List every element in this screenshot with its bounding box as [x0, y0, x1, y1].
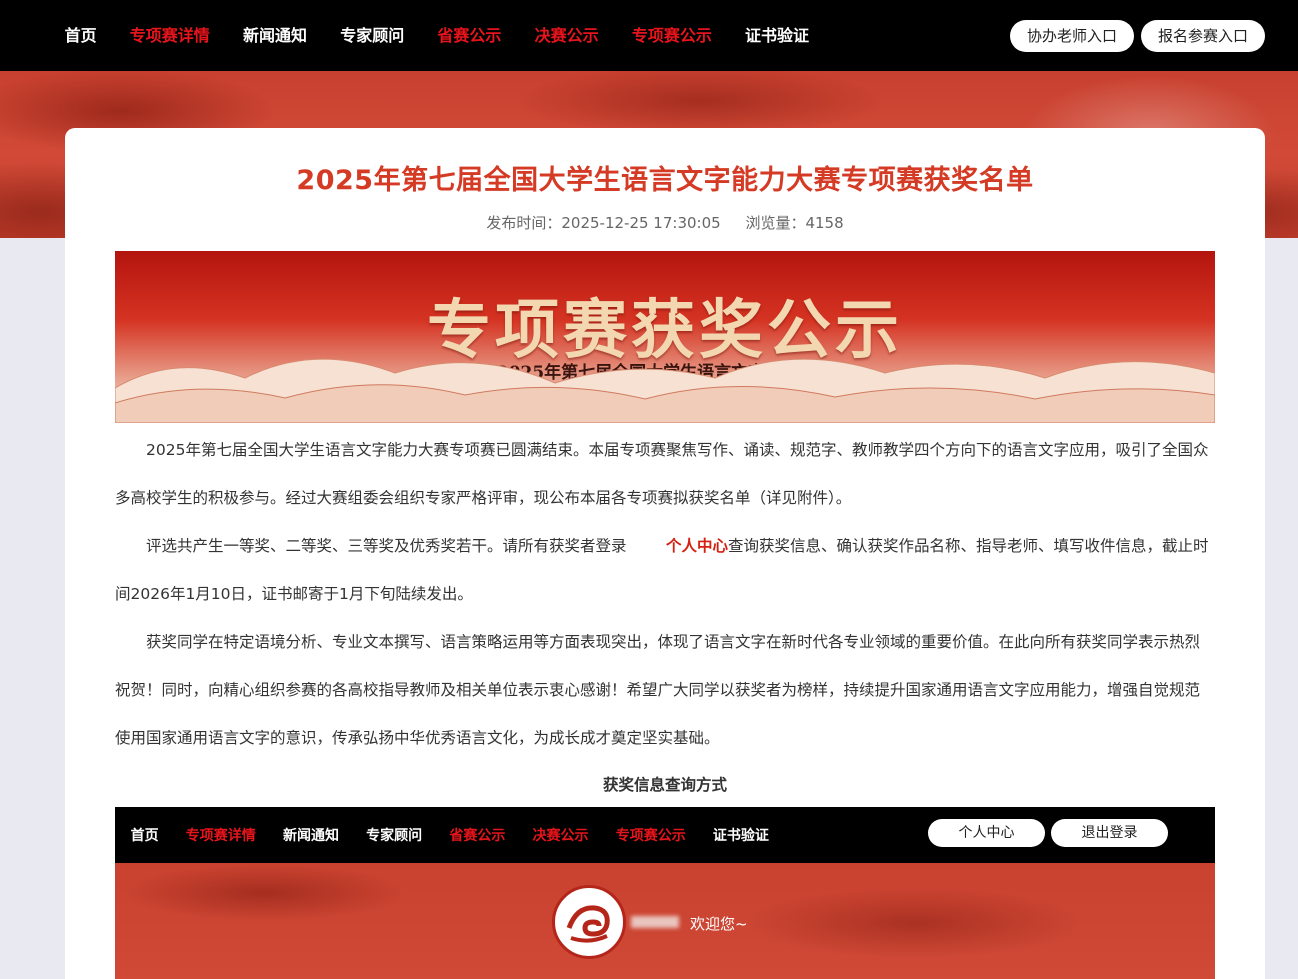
article-meta: 发布时间：2025-12-25 17:30:05 浏览量：4158 — [65, 212, 1265, 233]
blurred-username — [631, 916, 679, 928]
avatar-emblem-icon — [559, 892, 619, 952]
screenshot-nav: 首页 专项赛详情 新闻通知 专家顾问 省赛公示 决赛公示 专项赛公示 证书验证 … — [115, 807, 1215, 863]
paragraph-awards: 评选共产生一等奖、二等奖、三等奖及优秀奖若干。请所有获奖者登录 个人中心查询获奖… — [115, 522, 1215, 618]
welcome-text: 欢迎您~ — [690, 915, 748, 933]
screenshot-nav-special-details: 专项赛详情 — [185, 828, 256, 844]
top-nav: 首页 专项赛详情 新闻通知 专家顾问 省赛公示 决赛公示 专项赛公示 证书验证 … — [0, 0, 1298, 71]
nav-special-results[interactable]: 专项赛公示 — [615, 0, 728, 71]
mountain-decoration — [115, 358, 1215, 423]
screenshot-nav-certificate: 证书验证 — [712, 828, 769, 844]
nav-final-results[interactable]: 决赛公示 — [518, 0, 615, 71]
view-count: 浏览量：4158 — [745, 214, 844, 232]
screenshot-nav-home: 首页 — [130, 828, 159, 844]
avatar — [552, 885, 626, 959]
screenshot-nav-final: 决赛公示 — [532, 828, 589, 844]
screenshot-nav-special: 专项赛公示 — [615, 828, 686, 844]
query-screenshot-image: 首页 专项赛详情 新闻通知 专家顾问 省赛公示 决赛公示 专项赛公示 证书验证 … — [115, 807, 1215, 979]
publish-time: 发布时间：2025-12-25 17:30:05 — [486, 214, 721, 232]
paragraph-congrats: 获奖同学在特定语境分析、专业文本撰写、语言策略运用等方面表现突出，体现了语言文字… — [115, 633, 1201, 747]
paragraph-awards-text-1: 评选共产生一等奖、二等奖、三等奖及优秀奖若干。请所有获奖者登录 — [146, 537, 627, 555]
award-banner-image: 专项赛获奖公示 2025年第七届全国大学生语言文字能力大赛 — [115, 251, 1215, 423]
personal-center-link[interactable]: 个人中心 — [666, 537, 728, 555]
nav-special-details[interactable]: 专项赛详情 — [113, 0, 226, 71]
screenshot-welcome-area: 欢迎您~ — [115, 863, 1215, 979]
nav-home[interactable]: 首页 — [48, 0, 113, 71]
nav-certificate-verify[interactable]: 证书验证 — [728, 0, 825, 71]
screenshot-nav-provincial: 省赛公示 — [449, 828, 506, 844]
nav-news[interactable]: 新闻通知 — [226, 0, 323, 71]
query-section-title: 获奖信息查询方式 — [602, 776, 727, 794]
nav-provincial-results[interactable]: 省赛公示 — [421, 0, 518, 71]
teacher-entry-button[interactable]: 协办老师入口 — [1009, 20, 1134, 52]
nav-experts[interactable]: 专家顾问 — [324, 0, 421, 71]
screenshot-nav-news: 新闻通知 — [282, 828, 339, 844]
register-entry-button[interactable]: 报名参赛入口 — [1140, 20, 1265, 52]
paragraph-intro: 2025年第七届全国大学生语言文字能力大赛专项赛已圆满结束。本届专项赛聚焦写作、… — [115, 441, 1209, 507]
nav-links: 首页 专项赛详情 新闻通知 专家顾问 省赛公示 决赛公示 专项赛公示 证书验证 — [48, 0, 826, 71]
screenshot-logout-button: 退出登录 — [1051, 819, 1168, 847]
article-title: 2025年第七届全国大学生语言文字能力大赛专项赛获奖名单 — [296, 165, 1034, 196]
screenshot-nav-experts: 专家顾问 — [366, 828, 423, 844]
article-card: 2025年第七届全国大学生语言文字能力大赛专项赛获奖名单 发布时间：2025-1… — [65, 128, 1265, 979]
screenshot-personal-center-button: 个人中心 — [928, 819, 1045, 847]
